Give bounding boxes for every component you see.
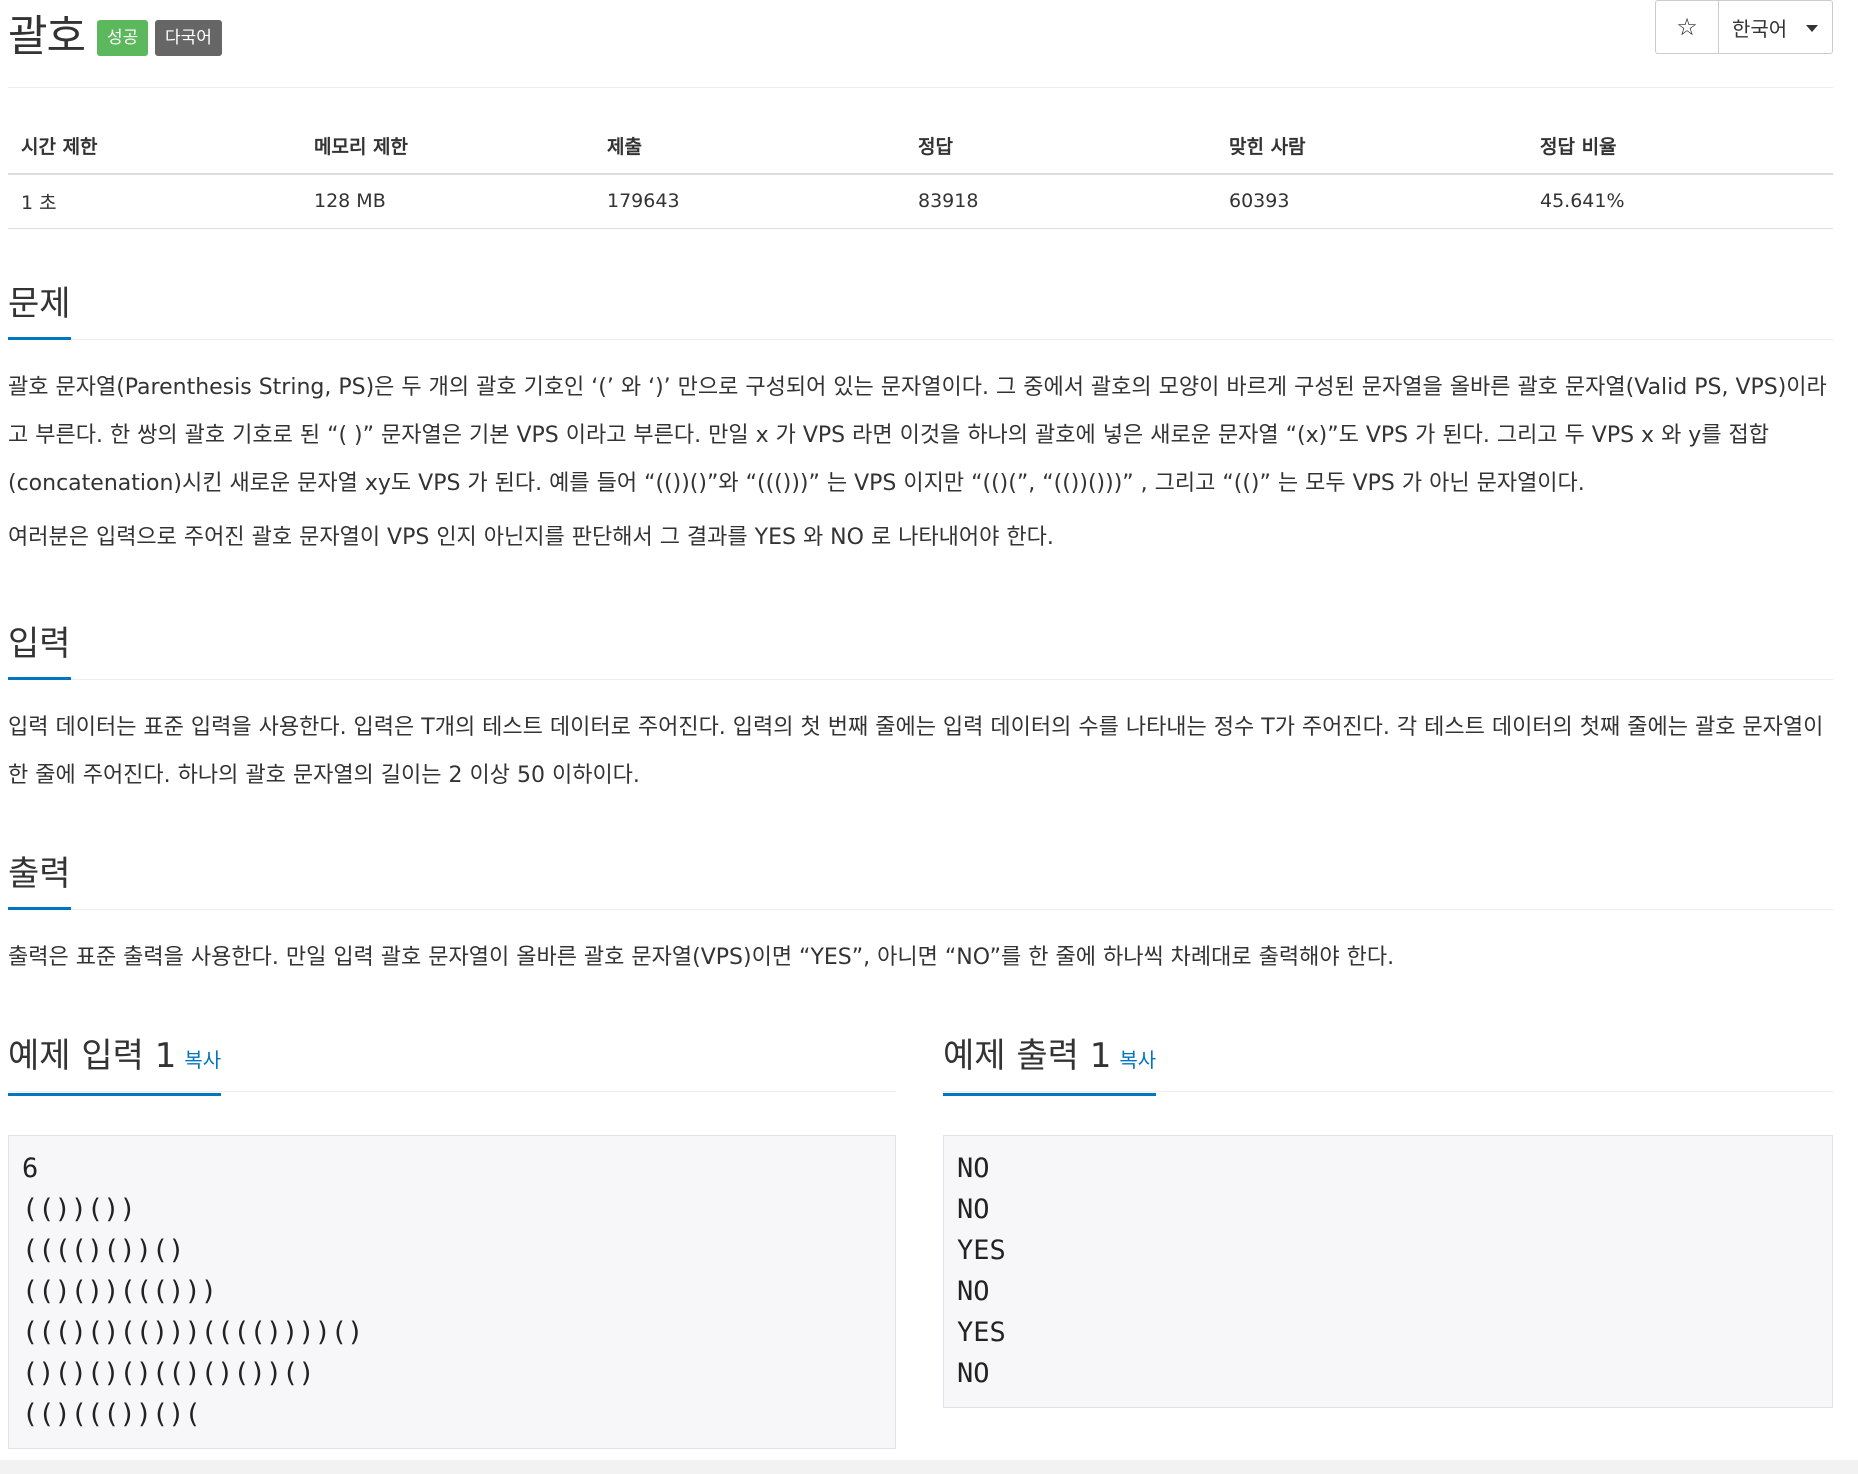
section-title-problem: 문제	[8, 282, 71, 340]
sample-input-section: 예제 입력 1 복사	[8, 1034, 896, 1096]
sample-output-title: 예제 출력 1	[943, 1036, 1112, 1076]
sample-input-line: (()())((()))	[22, 1276, 218, 1307]
bottom-shadow	[0, 1460, 1858, 1474]
copy-sample-output-button[interactable]: 복사	[1119, 1048, 1156, 1072]
output-paragraph: 출력은 표준 출력을 사용한다. 만일 입력 괄호 문자열이 올바른 괄호 문자…	[8, 945, 1395, 970]
header-accept-ratio: 정답 비율	[1527, 118, 1833, 175]
sample-output-line: NO	[957, 1358, 990, 1389]
status-badge-success[interactable]: 성공	[97, 20, 149, 56]
section-title-sample-output: 예제 출력 1 복사	[943, 1034, 1157, 1096]
sample-output-line: YES	[957, 1235, 1006, 1266]
sample-output-box[interactable]: NO NO YES NO YES NO	[943, 1135, 1833, 1408]
toolbar: ☆ 한국어	[1655, 0, 1833, 54]
sample-input-line: (()((())()(	[22, 1399, 201, 1430]
copy-sample-input-button[interactable]: 복사	[184, 1048, 221, 1072]
sample-input-box[interactable]: 6 (())()) (((()())() (()())((())) ((()()(())…	[8, 1135, 896, 1449]
chevron-down-icon	[1806, 25, 1818, 32]
sample-output-line: YES	[957, 1317, 1006, 1348]
sample-input-title: 예제 입력 1	[8, 1036, 177, 1076]
page-title: 괄호	[8, 12, 86, 62]
star-icon: ☆	[1676, 13, 1698, 41]
sample-input-line: (())())	[22, 1194, 136, 1225]
memory-limit-value: 128 MB	[301, 174, 594, 229]
header-solved-users: 맞힌 사람	[1216, 118, 1527, 175]
sample-input-line: 6	[22, 1153, 39, 1184]
section-header: 예제 출력 1 복사	[943, 1034, 1833, 1096]
language-label: 한국어	[1732, 16, 1788, 41]
header-accepted: 정답	[905, 118, 1216, 175]
accept-ratio-value: 45.641%	[1527, 174, 1833, 229]
time-limit-value: 1 초	[8, 174, 301, 229]
info-header-row: 시간 제한 메모리 제한 제출 정답 맞힌 사람 정답 비율	[8, 118, 1833, 175]
sample-input-line: ()()()()(()()())()	[22, 1358, 315, 1389]
input-paragraph: 입력 데이터는 표준 입력을 사용한다. 입력은 T개의 테스트 데이터로 주어…	[8, 715, 1824, 788]
section-header: 예제 입력 1 복사	[8, 1034, 896, 1096]
sample-output-line: NO	[957, 1153, 990, 1184]
section-header: 문제	[8, 282, 1833, 340]
header-memory-limit: 메모리 제한	[301, 118, 594, 175]
section-header: 입력	[8, 622, 1833, 680]
input-section: 입력 입력 데이터는 표준 입력을 사용한다. 입력은 T개의 테스트 데이터로…	[8, 622, 1833, 800]
solved-users-value[interactable]: 60393	[1216, 174, 1527, 229]
sample-input-line: ((()()(()))(((())))()	[22, 1317, 364, 1348]
status-badge-multilang[interactable]: 다국어	[155, 20, 222, 56]
language-dropdown[interactable]: 한국어	[1718, 0, 1833, 54]
problem-paragraph-2: 여러분은 입력으로 주어진 괄호 문자열이 VPS 인지 아닌지를 판단해서 그…	[8, 525, 1054, 550]
header-submissions: 제출	[594, 118, 905, 175]
output-section: 출력 출력은 표준 출력을 사용한다. 만일 입력 괄호 문자열이 올바른 괄호…	[8, 852, 1833, 982]
section-title-input: 입력	[8, 622, 71, 680]
section-title-output: 출력	[8, 852, 71, 910]
problem-page: 괄호 성공 다국어 ☆ 한국어 시간 제한 메모리 제한 제출 정답 맞힌 사람…	[8, 0, 1833, 1449]
submissions-value[interactable]: 179643	[594, 174, 905, 229]
section-title-sample-input: 예제 입력 1 복사	[8, 1034, 222, 1096]
problem-info-table: 시간 제한 메모리 제한 제출 정답 맞힌 사람 정답 비율 1 초 128 M…	[8, 118, 1833, 229]
problem-header: 괄호 성공 다국어 ☆ 한국어	[8, 0, 1833, 88]
sample-output-line: NO	[957, 1194, 990, 1225]
section-header: 출력	[8, 852, 1833, 910]
sample-input-line: (((()())()	[22, 1235, 185, 1266]
favorite-button[interactable]: ☆	[1655, 0, 1718, 54]
problem-paragraph-1: 괄호 문자열(Parenthesis String, PS)은 두 개의 괄호 …	[8, 375, 1827, 496]
header-time-limit: 시간 제한	[8, 118, 301, 175]
info-value-row: 1 초 128 MB 179643 83918 60393 45.641%	[8, 174, 1833, 229]
sample-output-line: NO	[957, 1276, 990, 1307]
accepted-value[interactable]: 83918	[905, 174, 1216, 229]
sample-output-section: 예제 출력 1 복사	[943, 1034, 1833, 1096]
problem-description-section: 문제 괄호 문자열(Parenthesis String, PS)은 두 개의 …	[8, 282, 1833, 562]
